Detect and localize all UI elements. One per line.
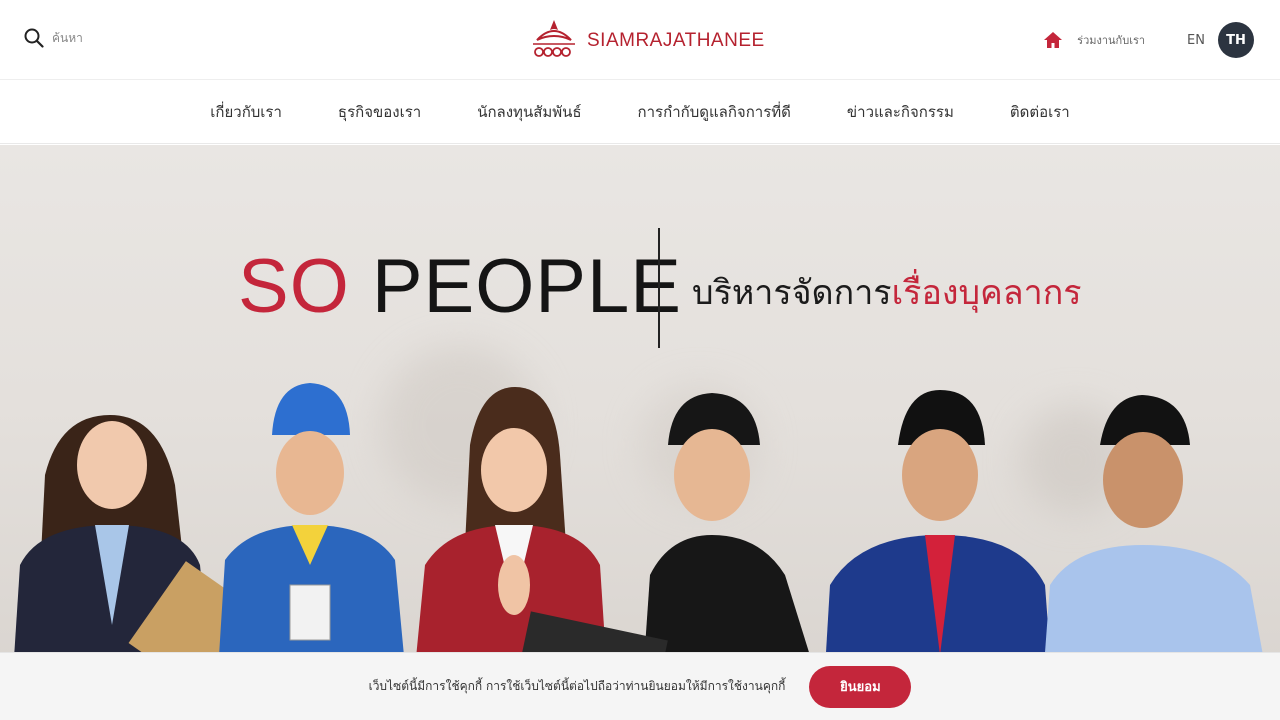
lang-th-button[interactable]: TH (1218, 22, 1254, 58)
search-box[interactable]: ค้นหา (24, 28, 83, 48)
top-header: ค้นหา SIAMRAJATHANEE ร่วมงานกับเรา EN TH (0, 0, 1280, 80)
nav-item-about[interactable]: เกี่ยวกับเรา (182, 100, 310, 124)
nav-item-contact[interactable]: ติดต่อเรา (982, 100, 1098, 124)
search-input[interactable]: ค้นหา (52, 29, 83, 48)
search-icon[interactable] (24, 28, 44, 48)
hero-subtitle: บริหารจัดการเรื่องบุคลากร (692, 265, 1082, 319)
hero-subtitle-main: บริหารจัดการ (692, 273, 892, 313)
hero-title-so: SO (238, 244, 350, 329)
header-actions: ร่วมงานกับเรา EN TH (1043, 22, 1254, 58)
nav-item-news[interactable]: ข่าวและกิจกรรม (819, 100, 982, 124)
nav-item-investor[interactable]: นักลงทุนสัมพันธ์ (449, 100, 609, 124)
logo-emblem-icon (531, 18, 577, 64)
nav-item-governance[interactable]: การกำกับดูแลกิจการที่ดี (610, 100, 819, 124)
logo-text: SIAMRAJATHANEE (587, 30, 765, 51)
cookie-text: เว็บไซต์นี้มีการใช้คุกกี้ การใช้เว็บไซต์… (368, 679, 786, 693)
lang-en-button[interactable]: EN (1187, 33, 1205, 48)
hero-title: SO PEOPLE (238, 243, 682, 330)
site-logo[interactable]: SIAMRAJATHANEE (531, 18, 765, 64)
hero-divider (658, 228, 660, 348)
hero-subtitle-accent: เรื่องบุคลากร (891, 273, 1082, 313)
cookie-consent-bar: เว็บไซต์นี้มีการใช้คุกกี้ การใช้เว็บไซต์… (0, 652, 1280, 720)
cookie-accept-button[interactable]: ยินยอม (809, 665, 912, 708)
main-nav: เกี่ยวกับเรา ธุรกิจของเรา นักลงทุนสัมพัน… (0, 80, 1280, 144)
home-icon[interactable] (1043, 30, 1063, 50)
hero-title-people: PEOPLE (371, 244, 682, 329)
nav-item-business[interactable]: ธุรกิจของเรา (310, 100, 449, 124)
hero-banner[interactable]: SO PEOPLE บริหารจัดการเรื่องบุคลากร (0, 145, 1280, 720)
join-us-link[interactable]: ร่วมงานกับเรา (1077, 31, 1145, 49)
